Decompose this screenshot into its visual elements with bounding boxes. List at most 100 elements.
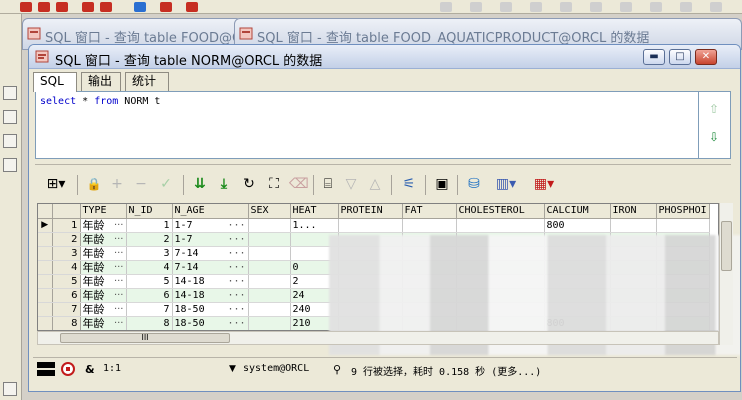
cell-n-age[interactable]: 18-50 ··· — [172, 302, 249, 317]
cell-sex[interactable] — [248, 302, 291, 317]
cell-sex[interactable] — [248, 288, 291, 303]
toolbar-icon[interactable] — [710, 2, 722, 12]
toolbar-icon[interactable] — [680, 2, 692, 12]
cell-n-id[interactable]: 5 — [126, 274, 173, 289]
toolbar-icon[interactable] — [20, 2, 32, 12]
panel-button[interactable] — [3, 158, 17, 172]
chart-icon[interactable]: ▥▾ — [491, 175, 521, 193]
splitter[interactable] — [35, 159, 731, 165]
column-header-iron[interactable]: IRON — [610, 204, 657, 219]
toolbar-icon[interactable] — [530, 2, 542, 12]
scrollbar-thumb[interactable]: III — [60, 333, 230, 343]
cell-n-id[interactable]: 7 — [126, 302, 173, 317]
cell-calcium[interactable]: 800 — [544, 218, 611, 233]
layout-icon[interactable] — [37, 362, 55, 376]
table-row[interactable]: ▶ 1 年龄 ··· 1 1-7 ··· 1... 800 — [38, 218, 710, 233]
column-header-type[interactable]: TYPE — [80, 204, 127, 219]
cell-editor-button[interactable]: ··· — [114, 289, 124, 302]
cell-cholesterol[interactable] — [456, 218, 545, 233]
cell-n-id[interactable]: 8 — [126, 316, 173, 330]
column-header-fat[interactable]: FAT — [402, 204, 457, 219]
cell-editor-button[interactable]: ··· — [114, 317, 124, 330]
cell-n-age[interactable]: 14-18 ··· — [172, 288, 249, 303]
toolbar-icon[interactable] — [160, 2, 172, 12]
clear-icon[interactable]: ⌫ — [289, 175, 309, 193]
cell-n-id[interactable]: 4 — [126, 260, 173, 275]
cell-n-age[interactable]: 1-7 ··· — [172, 218, 249, 233]
toolbar-icon[interactable] — [620, 2, 632, 12]
cell-fat[interactable] — [402, 218, 457, 233]
cell-sex[interactable] — [248, 218, 291, 233]
column-header-heat[interactable]: HEAT — [290, 204, 339, 219]
minus-icon[interactable]: − — [133, 175, 149, 193]
toolbar-icon[interactable] — [56, 2, 68, 12]
find-icon[interactable]: ⛶ — [265, 175, 283, 193]
toolbar-icon[interactable] — [100, 2, 112, 12]
fetch-last-icon[interactable]: ⤓ — [215, 175, 233, 193]
cell-n-age[interactable]: 18-50 ··· — [172, 316, 249, 330]
lock-icon[interactable]: 🔒 — [85, 175, 103, 193]
cell-editor-button[interactable]: ··· — [227, 233, 245, 246]
cell-sex[interactable] — [248, 246, 291, 261]
stop-icon[interactable] — [61, 362, 75, 376]
vertical-scrollbar[interactable] — [719, 203, 733, 345]
cell-sex[interactable] — [248, 274, 291, 289]
tab-output[interactable]: 输出 — [81, 72, 121, 91]
cell-type[interactable]: 年龄 ··· — [80, 260, 127, 275]
cell-type[interactable]: 年龄 ··· — [80, 302, 127, 317]
toolbar-icon[interactable] — [82, 2, 94, 12]
cell-type[interactable]: 年龄 ··· — [80, 218, 127, 233]
filter-up-icon[interactable]: △ — [367, 175, 383, 193]
column-header-sex[interactable]: SEX — [248, 204, 291, 219]
next-statement-icon[interactable]: ⇩ — [709, 130, 719, 144]
toolbar-icon[interactable] — [134, 2, 146, 12]
cell-editor-button[interactable]: ··· — [114, 233, 124, 246]
substitution-toggle[interactable]: & — [85, 363, 95, 376]
column-header-calcium[interactable]: CALCIUM — [544, 204, 611, 219]
cell-n-age[interactable]: 1-7 ··· — [172, 232, 249, 247]
panel-button[interactable] — [3, 382, 17, 396]
cell-heat[interactable]: 1... — [290, 218, 339, 233]
column-header-phosphorus[interactable]: PHOSPHOI — [656, 204, 710, 219]
cell-editor-button[interactable]: ··· — [114, 275, 124, 288]
query-by-example-icon[interactable]: ⌸ — [319, 175, 337, 193]
panel-button[interactable] — [3, 134, 17, 148]
previous-statement-icon[interactable]: ⇧ — [709, 102, 719, 116]
toolbar-icon[interactable] — [440, 2, 452, 12]
cell-n-id[interactable]: 2 — [126, 232, 173, 247]
cell-editor-button[interactable]: ··· — [227, 275, 245, 288]
column-header-cholesterol[interactable]: CHOLESTEROL — [456, 204, 545, 219]
toolbar-icon[interactable] — [500, 2, 512, 12]
save-icon[interactable]: ▣ — [433, 175, 451, 193]
chevron-down-icon[interactable]: ▼ — [229, 364, 236, 374]
connection-label[interactable]: system@ORCL — [243, 363, 309, 374]
column-header-n-age[interactable]: N_AGE — [172, 204, 249, 219]
cell-editor-button[interactable]: ··· — [227, 317, 245, 330]
tab-statistics[interactable]: 统计 — [125, 72, 169, 91]
cell-n-id[interactable]: 1 — [126, 218, 173, 233]
toolbar-icon[interactable] — [560, 2, 572, 12]
cell-type[interactable]: 年龄 ··· — [80, 232, 127, 247]
cell-sex[interactable] — [248, 232, 291, 247]
horizontal-scrollbar[interactable]: III — [37, 331, 719, 345]
cell-editor-button[interactable]: ··· — [114, 303, 124, 316]
cell-sex[interactable] — [248, 316, 291, 330]
minimize-button[interactable]: ▬ — [643, 49, 665, 65]
toolbar-icon[interactable] — [650, 2, 662, 12]
close-button[interactable]: ✕ — [695, 49, 717, 65]
cell-editor-button[interactable]: ··· — [227, 219, 245, 232]
toolbar-icon[interactable] — [38, 2, 50, 12]
cell-n-age[interactable]: 7-14 ··· — [172, 260, 249, 275]
maximize-button[interactable]: □ — [669, 49, 691, 65]
cell-iron[interactable] — [610, 218, 657, 233]
cell-protein[interactable] — [338, 218, 403, 233]
cell-sex[interactable] — [248, 260, 291, 275]
cell-n-age[interactable]: 14-18 ··· — [172, 274, 249, 289]
grid-menu-icon[interactable]: ⊞▾ — [41, 175, 71, 193]
toolbar-icon[interactable] — [470, 2, 482, 12]
column-header-n-id[interactable]: N_ID — [126, 204, 173, 219]
cell-n-id[interactable]: 3 — [126, 246, 173, 261]
toolbar-icon[interactable] — [186, 2, 198, 12]
cell-editor-button[interactable]: ··· — [114, 261, 124, 274]
table-menu-icon[interactable]: ▦▾ — [529, 175, 559, 193]
